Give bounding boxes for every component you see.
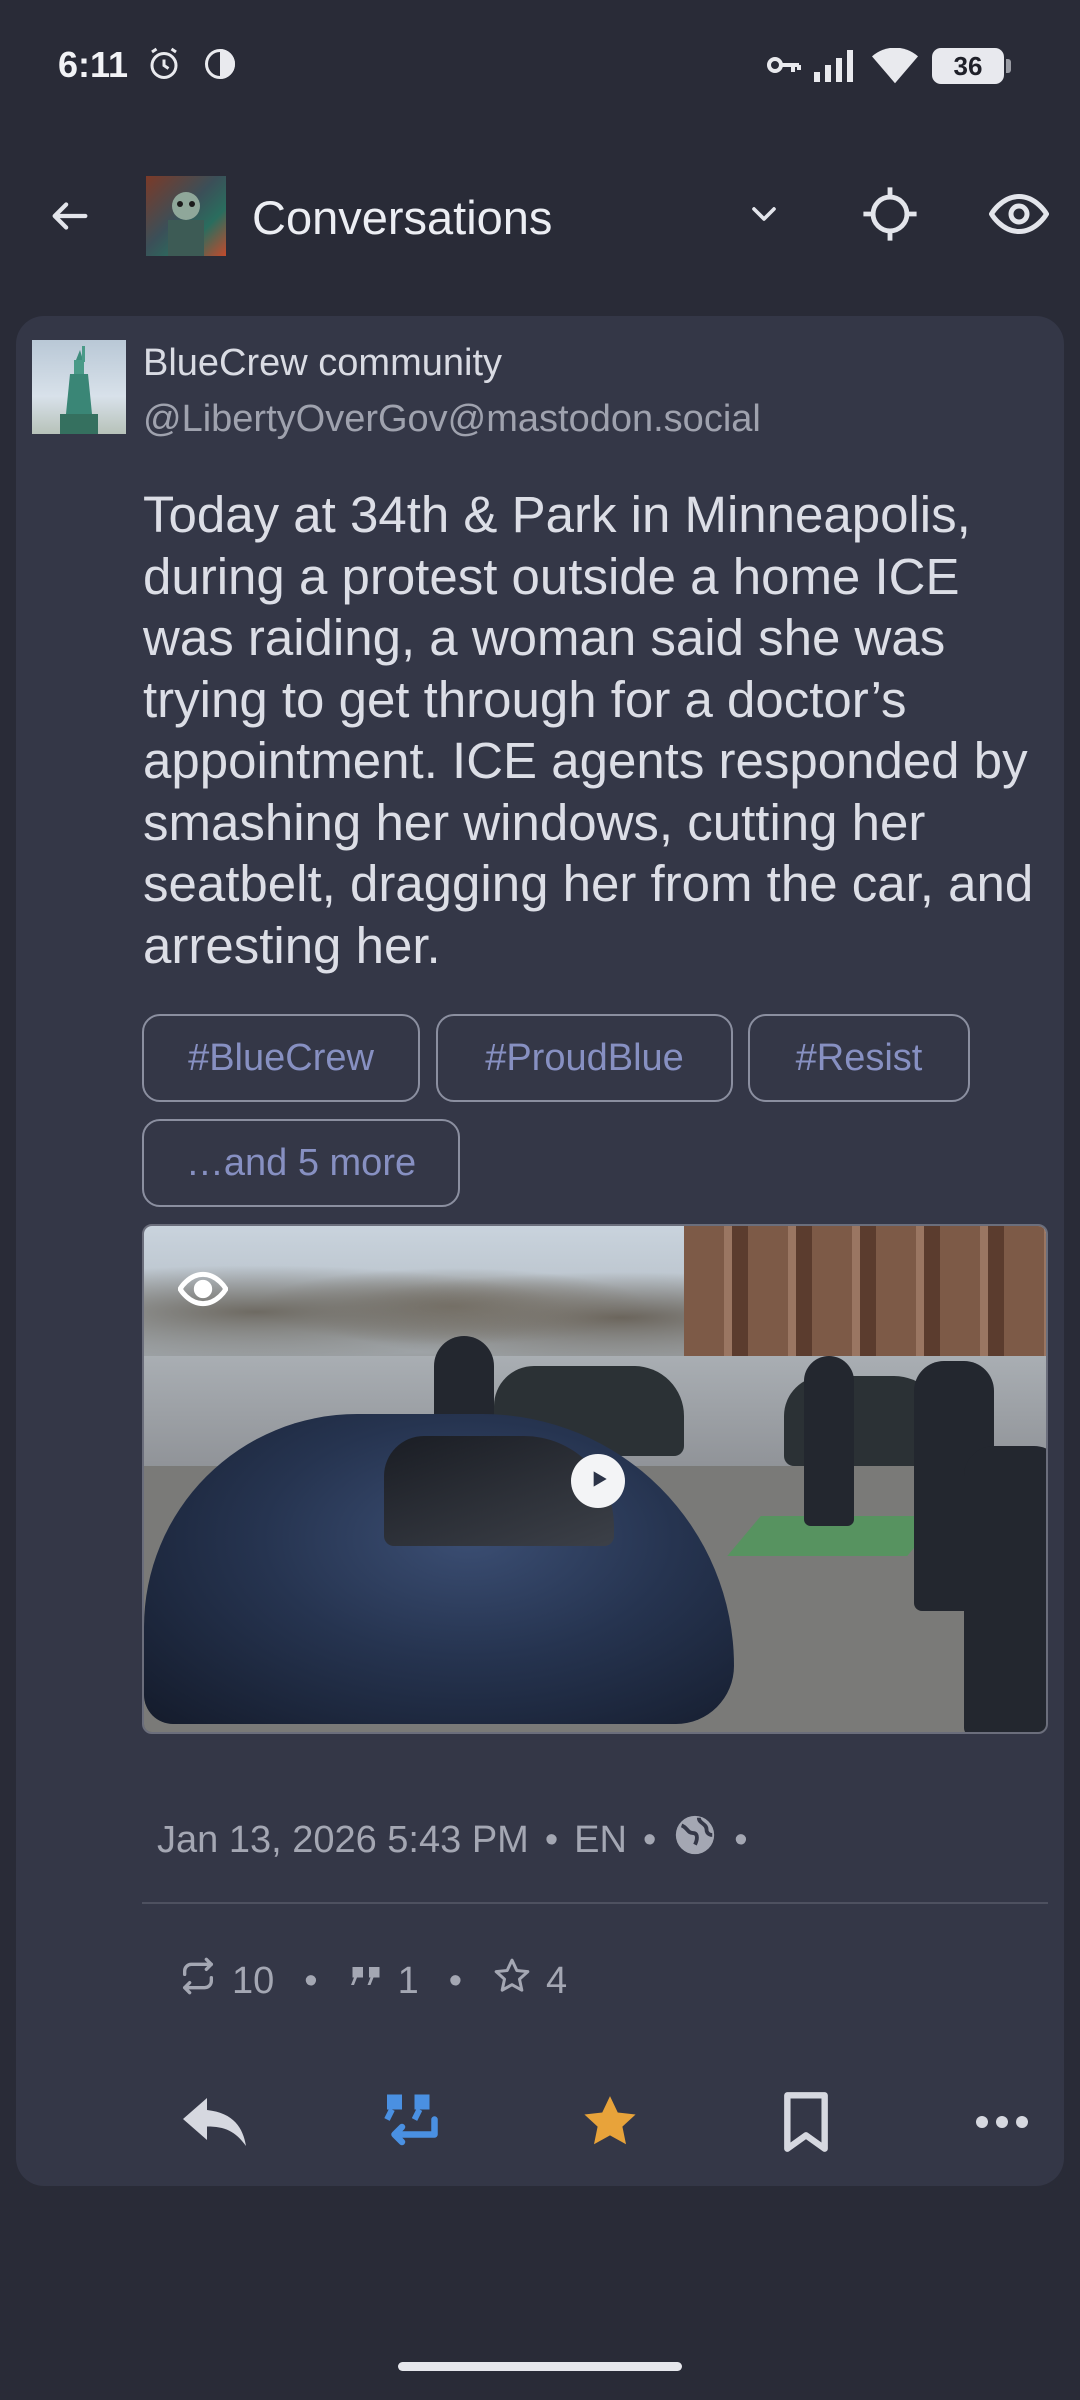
back-arrow-icon <box>47 193 93 244</box>
favourite-button[interactable] <box>560 2088 660 2160</box>
vpn-key-icon <box>766 52 802 83</box>
status-bar: 6:11 36 <box>0 0 1080 130</box>
reply-button[interactable] <box>166 2088 266 2160</box>
video-attachment[interactable] <box>142 1224 1048 1734</box>
bookmark-icon <box>779 2090 833 2159</box>
locate-button[interactable] <box>854 184 926 248</box>
home-indicator[interactable] <box>398 2362 682 2371</box>
hashtag-chip[interactable]: #BlueCrew <box>142 1014 420 1102</box>
boost-icon <box>382 2088 442 2161</box>
reply-icon <box>178 2092 254 2157</box>
post-author-name[interactable]: BlueCrew community <box>143 342 502 385</box>
star-outline-icon <box>492 1956 532 2006</box>
star-icon <box>579 2091 641 2158</box>
post-author-handle[interactable]: @LibertyOverGov@mastodon.social <box>143 398 761 441</box>
hashtag-chip[interactable]: #Resist <box>748 1014 970 1102</box>
app-bar: Conversations <box>0 160 1080 270</box>
divider <box>142 1902 1048 1904</box>
boost-button[interactable] <box>362 2088 462 2160</box>
play-button[interactable] <box>571 1454 625 1508</box>
meta-separator: • <box>642 1818 657 1861</box>
quote-count-value: 1 <box>397 1959 419 2002</box>
favourite-count[interactable]: 4 <box>492 1956 567 2006</box>
eye-icon <box>988 184 1050 249</box>
page-title: Conversations <box>252 191 553 244</box>
globe-icon <box>672 1812 718 1868</box>
status-time: 6:11 <box>58 44 129 85</box>
media-scene <box>144 1246 704 1356</box>
visibility-toggle-button[interactable] <box>982 184 1056 248</box>
stats-separator: • <box>304 1959 318 2002</box>
eye-icon <box>177 1271 229 1318</box>
post-author-avatar[interactable] <box>32 340 126 434</box>
back-button[interactable] <box>40 188 100 248</box>
crosshair-icon <box>861 185 919 248</box>
more-tags-chip[interactable]: …and 5 more <box>142 1119 460 1207</box>
sensitive-toggle-button[interactable] <box>177 1264 229 1319</box>
quote-icon <box>348 1958 384 2004</box>
hashtag-chip[interactable]: #ProudBlue <box>436 1014 733 1102</box>
boost-icon <box>178 1956 218 2006</box>
chevron-down-icon <box>744 194 784 239</box>
meta-separator: • <box>544 1818 559 1861</box>
favourite-count-value: 4 <box>546 1959 568 2002</box>
bookmark-button[interactable] <box>756 2088 856 2160</box>
data-saver-icon <box>202 46 238 87</box>
stats-separator: • <box>448 1959 463 2002</box>
alarm-icon <box>146 46 182 87</box>
post-language: EN <box>574 1818 627 1861</box>
post-meta: Jan 13, 2026 5:43 PM • EN • • <box>157 1812 764 1868</box>
more-options-button[interactable] <box>952 2088 1052 2160</box>
signal-icon <box>814 50 856 87</box>
battery-icon: 36 <box>932 48 1011 84</box>
post-stats: 10 • 1 • 4 <box>178 1956 567 2006</box>
more-icon <box>974 2114 1030 2135</box>
post-card[interactable]: BlueCrew community @LibertyOverGov@masto… <box>16 316 1064 2186</box>
post-actions <box>16 2068 1064 2168</box>
play-icon <box>585 1466 611 1497</box>
account-switcher-button[interactable] <box>736 188 792 244</box>
boost-count[interactable]: 10 <box>178 1956 274 2006</box>
account-avatar[interactable] <box>146 176 226 256</box>
quote-count[interactable]: 1 <box>348 1958 419 2004</box>
post-body-text: Today at 34th & Park in Minneapolis, dur… <box>143 486 1034 974</box>
boost-count-value: 10 <box>232 1959 275 2002</box>
post-timestamp[interactable]: Jan 13, 2026 5:43 PM <box>157 1819 529 1862</box>
wifi-icon <box>872 47 918 89</box>
meta-separator: • <box>734 1818 748 1861</box>
